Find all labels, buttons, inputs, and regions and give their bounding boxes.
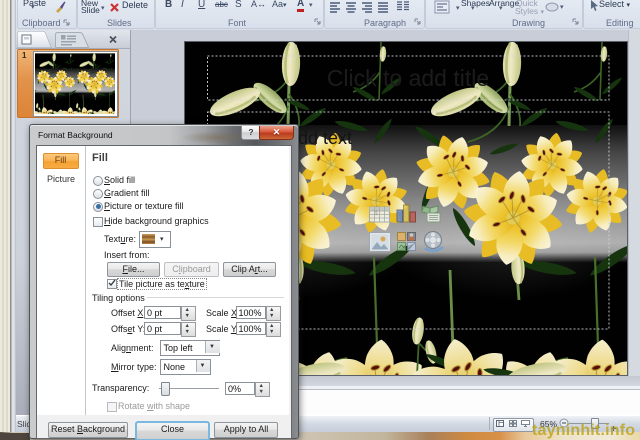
svg-text:dd text: dd text: [298, 128, 352, 148]
svg-text:Click to add title: Click to add title: [327, 65, 489, 91]
